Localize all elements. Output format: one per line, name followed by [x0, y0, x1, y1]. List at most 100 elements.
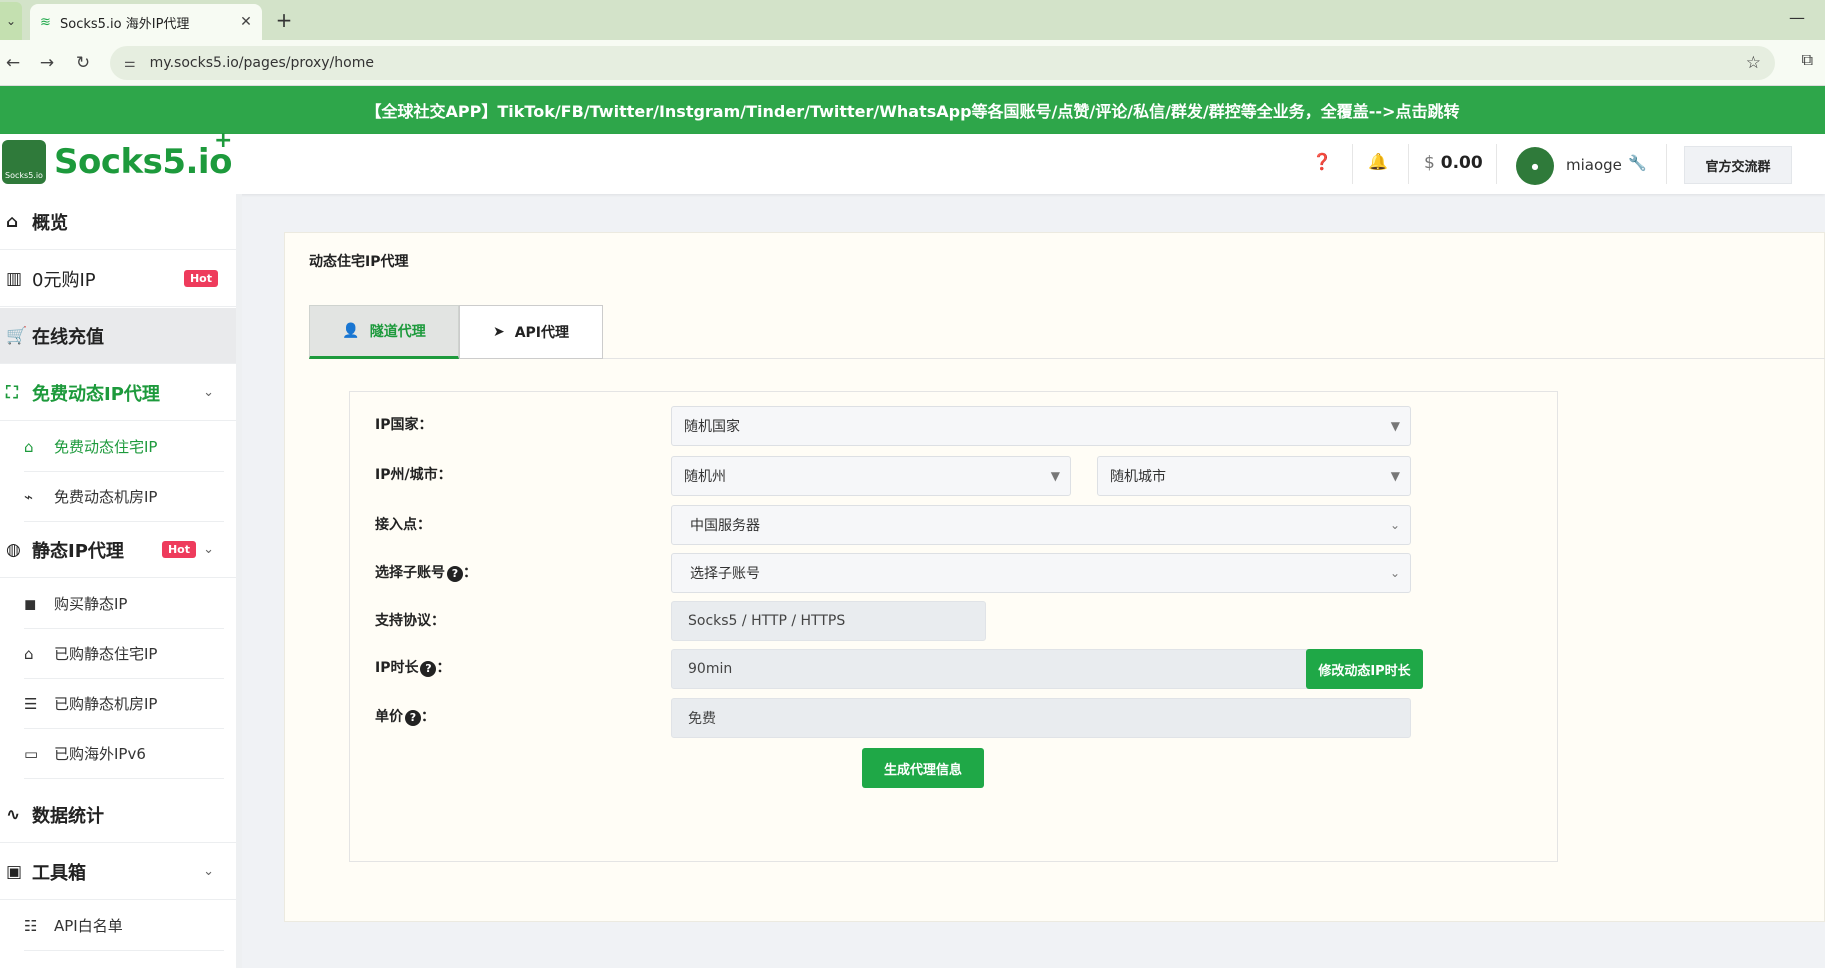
- sidebar-item-recharge[interactable]: 🛒 在线充值: [0, 308, 236, 364]
- sidebar-subitem-api-whitelist[interactable]: ☷ API白名单: [24, 901, 224, 951]
- tab-api-proxy[interactable]: ➤ API代理: [459, 305, 603, 359]
- logo-text: Socks5.io: [54, 142, 232, 182]
- bell-icon[interactable]: 🔔: [1368, 152, 1388, 171]
- sidebar-subitem-bought-datacenter[interactable]: ☰ 已购静态机房IP: [24, 679, 224, 729]
- promo-banner[interactable]: 【全球社交APP】TikTok/FB/Twitter/Instgram/Tind…: [0, 86, 1825, 134]
- help-icon[interactable]: ❓: [1312, 152, 1332, 171]
- modify-duration-button[interactable]: 修改动态IP时长: [1306, 649, 1423, 689]
- address-bar[interactable]: ⚌ my.socks5.io/pages/proxy/home ☆: [110, 46, 1775, 80]
- tab-search-button[interactable]: ⌄: [0, 2, 22, 40]
- close-icon[interactable]: ✕: [238, 14, 254, 30]
- question-circle-icon[interactable]: ?: [405, 710, 421, 726]
- duration-label: IP时长?：: [375, 660, 451, 677]
- chevron-down-icon: ⌄: [5, 14, 17, 28]
- dollar-icon: $: [1424, 153, 1435, 173]
- bag-icon: ◼: [24, 594, 37, 613]
- access-label: 接入点：: [375, 517, 431, 533]
- divider: [1496, 144, 1497, 184]
- caret-down-icon: ▼: [1050, 469, 1060, 483]
- browser-tab[interactable]: ≋ Socks5.io 海外IP代理 ✕: [30, 4, 262, 40]
- country-value: 随机国家: [684, 419, 740, 435]
- subaccount-select[interactable]: 选择子账号 ⌄: [671, 553, 1411, 593]
- sidebar-item-label: 在线充值: [32, 326, 104, 348]
- site-header: Socks5.io Socks5.io + ❓ 🔔 $ 0.00 ● miaog…: [0, 128, 1825, 194]
- url-text[interactable]: my.socks5.io/pages/proxy/home: [150, 55, 1746, 71]
- tab-tunnel-proxy[interactable]: 👤 隧道代理: [309, 305, 459, 359]
- site-info-icon[interactable]: ⚌: [124, 56, 136, 71]
- chevron-down-icon[interactable]: ⌄: [203, 864, 214, 879]
- sidebar-subitem-bought-ipv6[interactable]: ▭ 已购海外IPv6: [24, 729, 224, 779]
- satellite-icon: ⌁: [24, 487, 34, 506]
- sidebar-item-label: 静态IP代理: [32, 540, 124, 562]
- hot-badge: Hot: [161, 541, 196, 558]
- logo-mascot-icon: Socks5.io: [2, 140, 46, 184]
- tab-title: Socks5.io 海外IP代理: [60, 16, 190, 32]
- question-circle-icon[interactable]: ?: [420, 661, 437, 677]
- state-value: 随机州: [684, 469, 726, 485]
- chart-line-icon: ∿: [6, 804, 21, 825]
- cart-icon: 🛒: [6, 325, 28, 346]
- city-select[interactable]: 随机城市 ▼: [1097, 456, 1411, 496]
- back-icon[interactable]: ←: [0, 50, 26, 76]
- site-favicon-icon: ≋: [40, 14, 51, 30]
- chevron-down-icon[interactable]: ⌄: [203, 385, 214, 400]
- tab-label: 隧道代理: [369, 324, 426, 340]
- devices-icon: ▭: [24, 744, 39, 763]
- minimize-button[interactable]: —: [1789, 8, 1805, 27]
- protocol-label: 支持协议：: [375, 613, 445, 629]
- country-select[interactable]: 随机国家 ▼: [671, 406, 1411, 446]
- price-label: 单价?：: [375, 709, 435, 726]
- access-point-select[interactable]: 中国服务器 ⌄: [671, 505, 1411, 545]
- sidebar-subitem-buy-static[interactable]: ◼ 购买静态IP: [24, 579, 224, 629]
- store-icon: ▥: [6, 268, 23, 289]
- sidebar-item-free-ip[interactable]: ▥ 0元购IP Hot: [0, 251, 236, 307]
- logo-plus: +: [214, 128, 233, 153]
- sidebar-item-label: 概览: [32, 212, 68, 234]
- extensions-icon[interactable]: ⧉: [1802, 50, 1813, 70]
- sidebar-item-label: 免费动态IP代理: [32, 383, 160, 405]
- caret-down-icon: ▼: [1390, 419, 1400, 433]
- browser-toolbar: ← → ↻ ⚌ my.socks5.io/pages/proxy/home ☆: [0, 40, 1825, 86]
- sidebar-subitem-label: API白名单: [54, 917, 123, 935]
- sidebar-subitem-bought-residential[interactable]: ⌂ 已购静态住宅IP: [24, 629, 224, 679]
- logo[interactable]: Socks5.io Socks5.io: [2, 140, 232, 184]
- proxy-card: 动态住宅IP代理 👤 隧道代理 ➤ API代理 IP国家： 随机国家 ▼ IP州…: [284, 232, 1825, 922]
- divider: [1352, 144, 1353, 184]
- toolbox-icon: ▣: [6, 861, 23, 882]
- bookmark-star-icon[interactable]: ☆: [1746, 53, 1761, 73]
- access-value: 中国服务器: [690, 518, 760, 534]
- chevron-down-icon: ⌄: [1389, 566, 1400, 580]
- sidebar-item-label: 0元购IP: [32, 269, 96, 291]
- balance[interactable]: $ 0.00: [1424, 153, 1483, 173]
- location-arrow-icon: ➤: [492, 324, 505, 340]
- sidebar-item-static-proxy[interactable]: ◍ 静态IP代理 Hot ⌄: [0, 522, 236, 578]
- list-check-icon: ☷: [24, 916, 38, 935]
- sidebar-subitem-label: 免费动态机房IP: [54, 488, 158, 506]
- generate-proxy-button[interactable]: 生成代理信息: [862, 748, 984, 788]
- username[interactable]: miaoge: [1566, 156, 1622, 174]
- sidebar-item-toolbox[interactable]: ▣ 工具箱 ⌄: [0, 844, 236, 900]
- sidebar-subitem-label: 已购静态机房IP: [54, 695, 158, 713]
- house-icon: ⌂: [24, 437, 34, 456]
- reload-icon[interactable]: ↻: [70, 50, 96, 76]
- forward-icon[interactable]: →: [34, 50, 60, 76]
- wrench-icon[interactable]: 🔧: [1628, 154, 1647, 172]
- protocol-field: Socks5 / HTTP / HTTPS: [671, 601, 986, 641]
- avatar[interactable]: ●: [1516, 147, 1554, 185]
- state-select[interactable]: 随机州 ▼: [671, 456, 1071, 496]
- chevron-down-icon[interactable]: ⌄: [203, 542, 214, 557]
- sidebar-item-free-dynamic-proxy[interactable]: ⛶ 免费动态IP代理 ⌄: [0, 365, 236, 421]
- region-label: IP州/城市：: [375, 467, 452, 483]
- user-check-icon: 👤: [342, 323, 360, 339]
- sidebar-subitem-free-datacenter[interactable]: ⌁ 免费动态机房IP: [24, 472, 224, 522]
- official-group-button[interactable]: 官方交流群: [1684, 146, 1792, 184]
- question-circle-icon[interactable]: ?: [447, 566, 463, 582]
- divider: [1666, 144, 1667, 184]
- sidebar-item-overview[interactable]: ⌂ 概览: [0, 194, 236, 250]
- new-tab-button[interactable]: +: [272, 8, 296, 32]
- house-signal-icon: ⌂: [24, 644, 34, 663]
- browser-tab-strip: ⌄ ≋ Socks5.io 海外IP代理 ✕ + —: [0, 0, 1825, 40]
- sidebar-item-statistics[interactable]: ∿ 数据统计: [0, 787, 236, 843]
- sidebar-subitem-free-residential[interactable]: ⌂ 免费动态住宅IP: [24, 422, 224, 472]
- sidebar-item-label: 工具箱: [32, 862, 86, 884]
